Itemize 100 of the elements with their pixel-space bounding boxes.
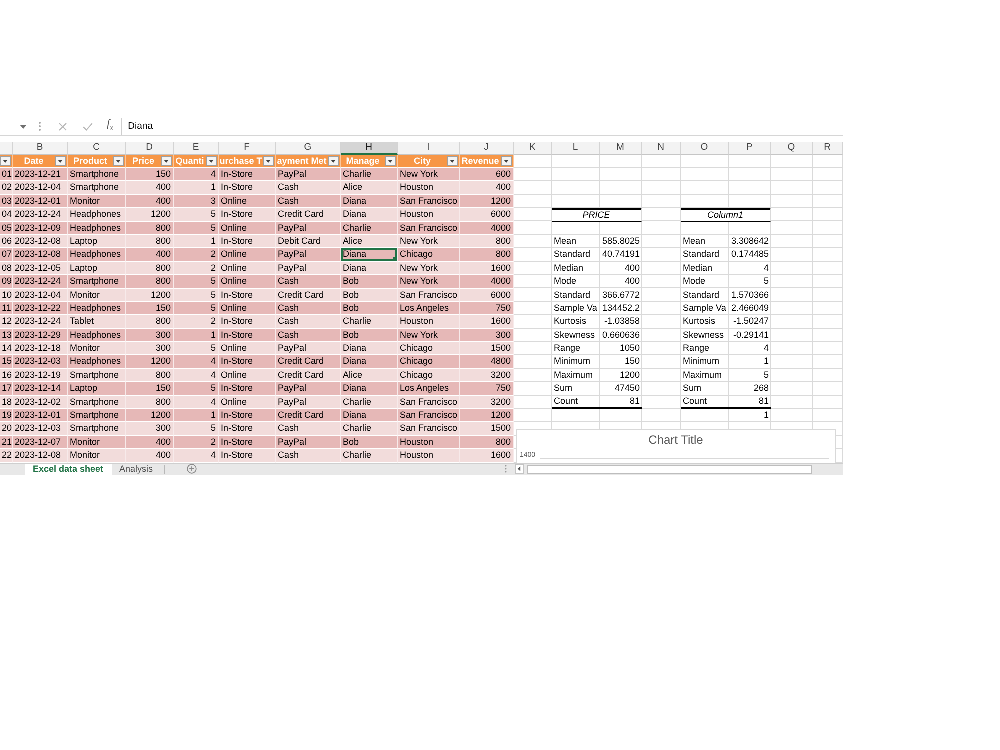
table-cell: 800 [460,234,514,248]
table-cell: Cash [276,422,341,436]
table-cell-text: Kurtosis [682,315,717,328]
filter-button[interactable] [55,156,66,166]
table-cell: 81 [729,396,771,410]
table-cell-text: Standard [553,248,592,262]
table-cell: In-Store [219,234,276,248]
filter-button[interactable] [263,156,274,166]
table-cell: 2023-12-24 [13,275,68,289]
column-header[interactable]: O [681,142,729,155]
filter-button[interactable] [113,156,124,166]
table-cell: 10 [0,288,13,302]
table-cell-text: Mode [553,275,578,288]
table-cell: Houston [398,181,460,195]
column-title: ayment Met [276,156,328,166]
table-cell-text: 1050 [618,342,641,356]
table-cell: 1 [174,234,219,248]
check-icon[interactable] [83,122,93,130]
table-cell: Count [681,396,729,410]
filter-button[interactable] [161,156,172,166]
table-cell: Monitor [68,194,126,208]
table-cell: 4 [174,449,219,463]
table-cell: PayPal [276,222,341,235]
table-cell: 18 [0,396,13,410]
column-header[interactable]: H [341,142,398,155]
filter-button[interactable] [385,156,396,166]
table-cell: 16 [0,368,13,382]
table-cell: Count [552,396,600,410]
table-cell-text: 134452.2 [601,302,641,315]
filter-button[interactable] [501,156,512,166]
table-cell: Cash [276,449,341,463]
caret-icon [58,160,63,162]
column-header[interactable]: D [126,142,174,155]
add-icon[interactable] [187,464,198,474]
column-header[interactable]: G [276,142,341,155]
table-cell-text: 5 [762,368,770,382]
table-cell: Headphones [68,328,126,342]
filter-button[interactable] [447,156,458,166]
filter-button[interactable] [206,156,217,166]
column-header[interactable]: K [514,142,552,155]
table-cell: Credit Card [276,409,341,422]
column-header[interactable]: F [219,142,276,155]
sheet-tab[interactable]: Excel data sheet [25,464,112,475]
table-cell: 2023-12-08 [13,234,68,248]
scroll-left-icon[interactable] [515,464,524,474]
table-cell-text: Sum [553,382,574,396]
table-cell: Chicago [398,368,460,382]
table-cell: 2023-12-01 [13,409,68,422]
table-cell: Headphones [68,222,126,235]
caret-icon [266,160,271,162]
table-cell: Bob [341,436,398,450]
table-cell: Charlie [341,222,398,235]
table-cell: Chicago [398,342,460,356]
table-cell: 1600 [460,315,514,329]
table-cell-text: 1.570366 [730,288,770,302]
table-cell: Bob [341,288,398,302]
table-cell-text: Maximum [553,368,594,382]
column-header[interactable]: J [460,142,514,155]
table-cell-text: 0.660636 [601,328,641,342]
table-cell: Tablet [68,315,126,329]
table-cell: 04 [0,208,13,222]
table-cell: Headphones [68,355,126,369]
table-cell: Headphones [68,248,126,262]
table-cell: 07 [0,248,13,262]
table-cell: 2023-12-14 [13,382,68,396]
table-cell-text: -1.03858 [603,315,641,328]
column-title: Revenue [460,156,500,166]
caret-icon [504,160,509,162]
table-cell: New York [398,275,460,289]
table-cell: 1600 [460,262,514,276]
table-cell: Smartphone [68,181,126,195]
table-cell: 4000 [460,222,514,235]
table-cell-text: 1200 [618,368,641,382]
table-cell-text: 585.8025 [601,234,641,248]
filter-button[interactable] [328,156,339,166]
column-header[interactable]: B [13,142,68,155]
table-cell-text: 5 [762,275,770,288]
scrollbar-thumb[interactable] [527,464,812,474]
column-header[interactable]: E [174,142,219,155]
caret-icon[interactable] [20,124,27,128]
column-header[interactable]: M [600,142,642,155]
table-cell: 01 [0,168,13,182]
table-cell: 800 [126,368,174,382]
table-cell-text: Kurtosis [553,315,588,328]
table-cell: In-Store [219,355,276,369]
column-header[interactable]: C [68,142,126,155]
column-header[interactable]: I [398,142,460,155]
table-cell: 5 [174,422,219,436]
table-cell: 800 [126,275,174,289]
column-header[interactable]: N [642,142,681,155]
insert-function-button[interactable]: f$_{x}$ [105,118,116,136]
column-header[interactable]: Q [771,142,813,155]
table-cell: 1500 [460,422,514,436]
table-cell: 17 [0,382,13,396]
column-header[interactable]: L [552,142,600,155]
column-header[interactable]: R [813,142,843,155]
sheet-tab[interactable]: Analysis [112,464,162,475]
column-header[interactable]: P [729,142,771,155]
table-cell: Charlie [341,315,398,329]
table-cell: 6000 [460,288,514,302]
